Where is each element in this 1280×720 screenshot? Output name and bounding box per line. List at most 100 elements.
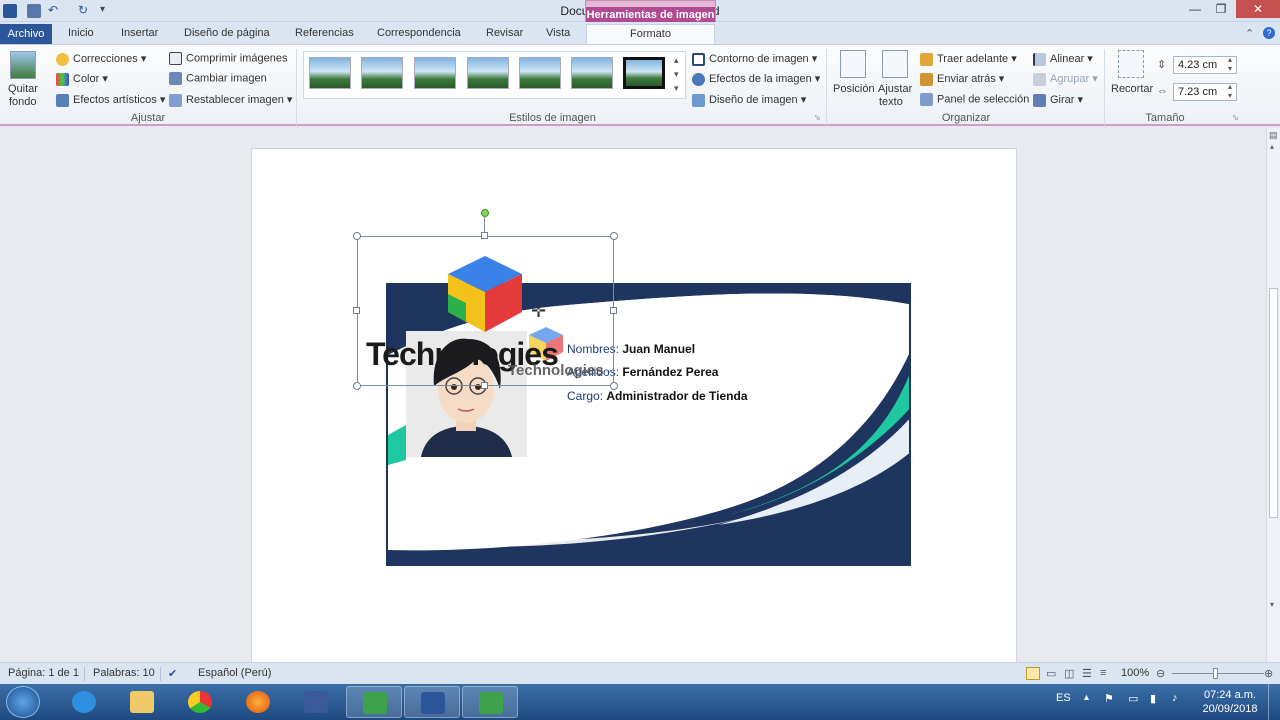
tab-referencias[interactable]: Referencias [295, 27, 354, 39]
tab-vista[interactable]: Vista [546, 27, 570, 39]
selected-logo-image-frame[interactable] [357, 236, 614, 386]
resize-handle-w[interactable] [353, 307, 360, 314]
enviar-atras-button[interactable]: Enviar atrás ▾ [920, 72, 1004, 86]
volume-icon[interactable]: ♪ [1172, 692, 1178, 704]
resize-handle-sw[interactable] [353, 382, 361, 390]
show-desktop-button[interactable] [1268, 684, 1280, 720]
tab-insertar[interactable]: Insertar [121, 27, 158, 39]
close-button[interactable]: ✕ [1236, 0, 1280, 18]
efectos-artisticos-button[interactable]: Efectos artísticos ▾ [56, 93, 165, 107]
proofing-icon[interactable]: ✔ [168, 667, 177, 680]
web-layout-view-icon[interactable]: ◫ [1064, 667, 1074, 680]
zoom-out-button[interactable]: ⊖ [1156, 667, 1165, 680]
tab-revisar[interactable]: Revisar [486, 27, 523, 39]
zoom-in-button[interactable]: ⊕ [1264, 667, 1273, 680]
quitar-fondo-label-2[interactable]: fondo [9, 96, 37, 108]
picture-style-4[interactable] [467, 57, 509, 89]
taskbar-internet-explorer[interactable] [56, 686, 112, 718]
zoom-slider[interactable] [1172, 673, 1264, 674]
picture-style-3[interactable] [414, 57, 456, 89]
ajustar-texto-label-1[interactable]: Ajustar [878, 83, 912, 95]
draft-view-icon[interactable]: ≡ [1100, 667, 1106, 679]
taskbar-facebook[interactable] [288, 686, 344, 718]
picture-style-7[interactable] [623, 57, 665, 89]
traer-adelante-button[interactable]: Traer adelante ▾ [920, 52, 1017, 66]
agrupar-button[interactable]: Agrupar ▾ [1033, 72, 1098, 86]
clock-time: 07:24 a.m. [1204, 689, 1256, 701]
posicion-button[interactable]: Posición [833, 83, 875, 95]
ruler-toggle-icon[interactable]: ▤ [1269, 130, 1278, 141]
color-button[interactable]: Color ▾ [56, 72, 108, 86]
action-center-icon[interactable]: ⚑ [1104, 692, 1114, 705]
size-dialog-launcher-icon[interactable]: ⬂ [1232, 113, 1239, 122]
diseno-imagen-button[interactable]: Diseño de imagen ▾ [692, 93, 806, 107]
start-button[interactable] [6, 686, 40, 718]
scrollbar-thumb[interactable] [1269, 288, 1278, 518]
picture-style-2[interactable] [361, 57, 403, 89]
resize-handle-n[interactable] [481, 232, 488, 239]
camtasia-recorder-icon [479, 692, 503, 714]
cambiar-imagen-button[interactable]: Cambiar imagen [169, 72, 267, 85]
tab-diseno-pagina[interactable]: Diseño de página [184, 27, 270, 39]
dialog-launcher-icon[interactable]: ⬂ [814, 113, 821, 122]
girar-button[interactable]: Girar ▾ [1033, 93, 1083, 107]
change-picture-icon [169, 72, 182, 85]
correcciones-button[interactable]: Correcciones ▾ [56, 52, 146, 66]
picture-style-5[interactable] [519, 57, 561, 89]
display-icon[interactable]: ▭ [1128, 692, 1138, 705]
system-clock[interactable]: 07:24 a.m. 20/09/2018 [1196, 688, 1264, 716]
group-label-ajustar: Ajustar [130, 112, 166, 124]
resize-handle-e[interactable] [610, 307, 617, 314]
taskbar-firefox[interactable] [230, 686, 286, 718]
scroll-up-arrow[interactable]: ▴ [1270, 142, 1274, 151]
recortar-button[interactable]: Recortar [1111, 83, 1153, 95]
outline-view-icon[interactable]: ☰ [1082, 667, 1092, 680]
taskbar-word[interactable] [404, 686, 460, 718]
taskbar-camtasia-1[interactable] [346, 686, 402, 718]
rotate-icon [1033, 93, 1046, 107]
ajustar-texto-label-2[interactable]: texto [879, 96, 903, 108]
network-icon[interactable]: ▮ [1150, 692, 1156, 705]
rotate-handle[interactable] [481, 209, 489, 217]
zoom-slider-thumb[interactable] [1213, 668, 1218, 679]
page-count[interactable]: Página: 1 de 1 [8, 667, 79, 679]
taskbar-camtasia-2[interactable] [462, 686, 518, 718]
resize-handle-s[interactable] [481, 382, 488, 389]
collapse-ribbon-icon[interactable]: ⌃ [1245, 27, 1254, 40]
taskbar-chrome[interactable] [172, 686, 228, 718]
tab-correspondencia[interactable]: Correspondencia [377, 27, 461, 39]
gallery-scroll-arrows[interactable]: ▴ ▾ ▾ [674, 53, 679, 95]
tab-inicio[interactable]: Inicio [68, 27, 94, 39]
show-hidden-icons[interactable]: ▴ [1084, 692, 1089, 703]
resize-handle-se[interactable] [610, 382, 618, 390]
tab-archivo[interactable]: Archivo [0, 24, 52, 44]
contorno-imagen-button[interactable]: Contorno de imagen ▾ [692, 52, 817, 66]
taskbar-file-explorer[interactable] [114, 686, 170, 718]
help-icon[interactable]: ? [1263, 27, 1275, 39]
width-spinner[interactable]: ▴ ▾ [1228, 82, 1232, 100]
maximize-button[interactable]: ❐ [1206, 0, 1236, 18]
picture-style-1[interactable] [309, 57, 351, 89]
quitar-fondo-label-1[interactable]: Quitar [8, 83, 38, 95]
resize-handle-nw[interactable] [353, 232, 361, 240]
comprimir-imagenes-button[interactable]: Comprimir imágenes [169, 52, 287, 65]
vertical-scrollbar[interactable]: ▤ ▴ ▾ [1266, 128, 1280, 662]
alinear-button[interactable]: Alinear ▾ [1033, 52, 1093, 66]
word-count[interactable]: Palabras: 10 [93, 667, 155, 679]
tab-formato[interactable]: Formato [586, 24, 715, 45]
chrome-icon [188, 691, 212, 713]
full-screen-view-icon[interactable]: ▭ [1046, 667, 1056, 680]
height-spinner[interactable]: ▴ ▾ [1228, 55, 1232, 73]
input-language[interactable]: ES [1056, 692, 1071, 704]
panel-seleccion-button[interactable]: Panel de selección [920, 93, 1029, 106]
selection-pane-icon [920, 93, 933, 106]
efectos-imagen-button[interactable]: Efectos de la imagen ▾ [692, 72, 820, 86]
group-separator [296, 49, 297, 125]
language-indicator[interactable]: Español (Perú) [198, 667, 271, 679]
restablecer-imagen-button[interactable]: Restablecer imagen ▾ [169, 93, 292, 107]
zoom-level[interactable]: 100% [1121, 667, 1149, 679]
scroll-down-arrow[interactable]: ▾ [1270, 600, 1274, 609]
print-layout-view-icon[interactable] [1026, 667, 1040, 680]
resize-handle-ne[interactable] [610, 232, 618, 240]
picture-style-6[interactable] [571, 57, 613, 89]
